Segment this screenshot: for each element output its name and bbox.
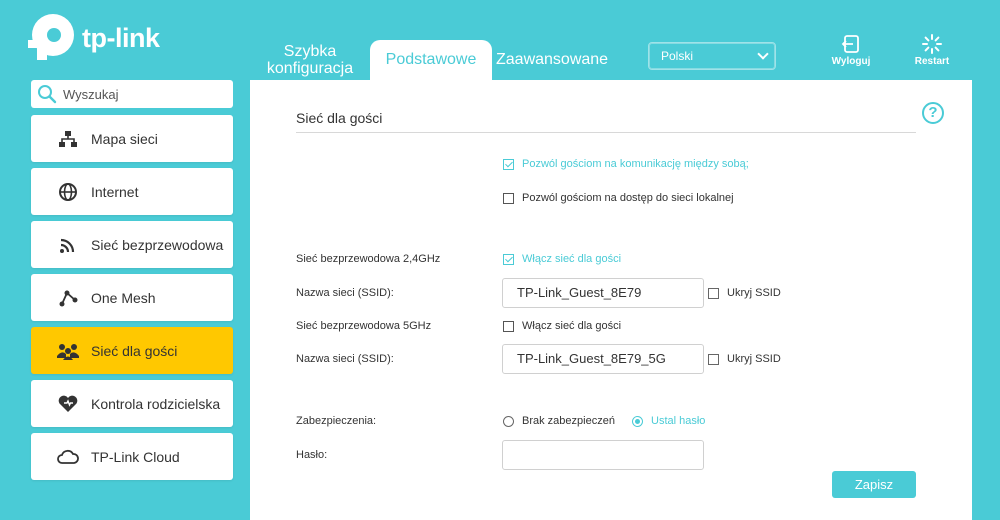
band-5-ssid-label: Nazwa sieci (SSID):	[296, 353, 394, 365]
language-select[interactable]: Polski	[648, 42, 776, 70]
checkbox-box	[708, 287, 719, 299]
top-tabs: Szybka konfiguracja Podstawowe Zaawansow…	[260, 40, 608, 80]
radio-dot	[632, 415, 643, 427]
help-icon[interactable]: ?	[922, 102, 944, 124]
tab-advanced[interactable]: Zaawansowane	[496, 51, 608, 80]
band-24-enable-checkbox[interactable]: Włącz sieć dla gości	[503, 253, 621, 265]
sidebar-item-label: Sieć bezprzewodowa	[91, 236, 224, 253]
band-24-ssid-input[interactable]: TP-Link_Guest_8E79	[502, 278, 704, 308]
checkbox-label: Pozwól gościom na komunikację między sob…	[522, 158, 749, 170]
band-5-ssid-input[interactable]: TP-Link_Guest_8E79_5G	[502, 344, 704, 374]
band-24-ssid-label: Nazwa sieci (SSID):	[296, 287, 394, 299]
language-selected: Polski	[661, 49, 694, 63]
radio-dot	[503, 415, 514, 427]
sidebar-item-label: Kontrola rodzicielska	[91, 395, 221, 412]
sidebar-item-label: Internet	[91, 183, 139, 200]
security-password-radio[interactable]: Ustal hasło	[632, 415, 705, 427]
sidebar-item-guest-network[interactable]: Sieć dla gości	[31, 327, 233, 374]
tp-link-logo-mark	[28, 14, 76, 62]
checkbox-label: Włącz sieć dla gości	[522, 320, 622, 332]
sidebar-item-internet[interactable]: Internet	[31, 168, 233, 215]
tab-basic[interactable]: Podstawowe	[370, 40, 492, 80]
checkbox-box	[503, 158, 514, 170]
tp-link-logo: tp-link	[28, 14, 160, 62]
band-5-hide-ssid-checkbox[interactable]: Ukryj SSID	[708, 353, 781, 365]
sidebar-nav: Mapa sieci Internet Sieć bezprzewodowa O…	[31, 115, 233, 486]
checkbox-label: Ukryj SSID	[727, 353, 781, 365]
radio-label: Brak zabezpieczeń	[522, 415, 615, 427]
network-map-icon	[57, 128, 79, 150]
checkbox-box	[503, 253, 514, 265]
chevron-down-icon	[757, 48, 769, 60]
sidebar-item-label: TP-Link Cloud	[91, 448, 180, 465]
allow-guests-communicate-checkbox[interactable]: Pozwól gościom na komunikację między sob…	[503, 158, 749, 170]
parental-heart-icon	[57, 393, 79, 415]
checkbox-box	[708, 353, 719, 365]
band-5-label: Sieć bezprzewodowa 5GHz	[296, 320, 432, 332]
sidebar-item-label: Sieć dla gości	[91, 342, 178, 359]
page-title: Sieć dla gości	[296, 110, 383, 126]
save-button[interactable]: Zapisz	[832, 471, 916, 498]
checkbox-label: Ukryj SSID	[727, 287, 781, 299]
search-placeholder: Wyszukaj	[63, 86, 119, 102]
allow-local-access-checkbox[interactable]: Pozwól gościom na dostęp do sieci lokaln…	[503, 192, 734, 204]
title-divider	[296, 132, 916, 133]
mesh-icon	[57, 287, 79, 309]
search-icon	[38, 85, 57, 104]
tab-quick-setup[interactable]: Szybka konfiguracja	[260, 43, 360, 80]
logout-button[interactable]: Wyloguj	[826, 34, 876, 67]
restart-icon	[922, 34, 942, 54]
band-24-label: Sieć bezprzewodowa 2,4GHz	[296, 253, 441, 265]
password-label: Hasło:	[296, 449, 328, 461]
logout-label: Wyloguj	[831, 56, 871, 67]
sidebar-item-wireless[interactable]: Sieć bezprzewodowa	[31, 221, 233, 268]
restart-label: Restart	[914, 56, 950, 67]
checkbox-box	[503, 192, 514, 204]
restart-button[interactable]: Restart	[907, 34, 957, 67]
logo-text: tp-link	[82, 22, 160, 53]
sidebar-item-label: Mapa sieci	[91, 130, 158, 147]
sidebar-item-network-map[interactable]: Mapa sieci	[31, 115, 233, 162]
sidebar-item-label: One Mesh	[91, 289, 156, 306]
guest-network-panel: ? Sieć dla gości Pozwól gościom na komun…	[250, 80, 972, 520]
search-input[interactable]: Wyszukaj	[31, 80, 233, 108]
radio-label: Ustal hasło	[651, 415, 706, 427]
checkbox-label: Pozwól gościom na dostęp do sieci lokaln…	[522, 192, 734, 204]
checkbox-label: Włącz sieć dla gości	[522, 253, 622, 265]
band-5-enable-checkbox[interactable]: Włącz sieć dla gości	[503, 320, 621, 332]
password-input[interactable]	[502, 440, 704, 470]
globe-icon	[57, 181, 79, 203]
band-24-hide-ssid-checkbox[interactable]: Ukryj SSID	[708, 287, 781, 299]
security-none-radio[interactable]: Brak zabezpieczeń	[503, 415, 615, 427]
checkbox-box	[503, 320, 514, 332]
sidebar-item-parental-control[interactable]: Kontrola rodzicielska	[31, 380, 233, 427]
cloud-icon	[57, 446, 79, 468]
security-label: Zabezpieczenia:	[296, 415, 377, 427]
sidebar-item-one-mesh[interactable]: One Mesh	[31, 274, 233, 321]
logout-icon	[841, 35, 859, 53]
guests-icon	[57, 340, 79, 362]
sidebar-item-tp-link-cloud[interactable]: TP-Link Cloud	[31, 433, 233, 480]
wireless-icon	[57, 234, 79, 256]
